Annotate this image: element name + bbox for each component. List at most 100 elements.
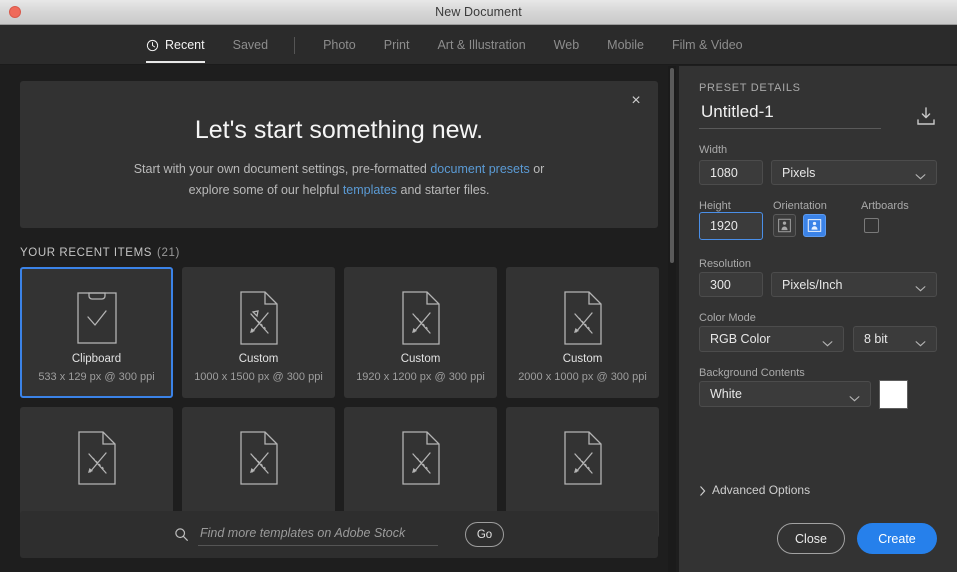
- create-button[interactable]: Create: [857, 523, 937, 554]
- chevron-right-icon: [699, 485, 706, 496]
- width-label: Width: [699, 144, 728, 156]
- preset-details-panel: PRESET DETAILS Width Pixels Height Orien…: [679, 66, 957, 572]
- chevron-down-icon: [849, 391, 860, 401]
- save-preset-icon[interactable]: [915, 106, 937, 126]
- recent-item-label: Custom: [238, 353, 279, 365]
- tab-mobile[interactable]: Mobile: [593, 25, 658, 65]
- advanced-options-toggle[interactable]: Advanced Options: [699, 483, 810, 497]
- tab-art-illustration[interactable]: Art & Illustration: [423, 25, 539, 65]
- resolution-input[interactable]: [699, 272, 763, 297]
- category-tab-bar: Recent Saved Photo Print Art & Illustrat…: [0, 25, 957, 65]
- chevron-down-icon: [915, 169, 926, 180]
- advanced-options-label: Advanced Options: [712, 483, 811, 497]
- window-title: New Document: [435, 5, 522, 19]
- recent-items-count: (21): [157, 247, 180, 259]
- tab-label: Saved: [232, 38, 269, 52]
- height-label: Height: [699, 200, 731, 212]
- height-input[interactable]: [699, 212, 763, 240]
- welcome-banner: × Let's start something new. Start with …: [20, 81, 658, 228]
- document-name-row: [699, 100, 937, 129]
- document-name-input[interactable]: [699, 100, 881, 129]
- banner-subtitle: Start with your own document settings, p…: [20, 159, 658, 201]
- templates-scrollbar[interactable]: [668, 66, 676, 572]
- chevron-down-icon: [822, 336, 833, 346]
- tab-photo[interactable]: Photo: [309, 25, 370, 65]
- background-color-swatch[interactable]: [879, 380, 908, 409]
- document-pencil-ruler-icon: [508, 289, 657, 347]
- templates-link[interactable]: templates: [343, 183, 397, 197]
- templates-panel: × Let's start something new. Start with …: [0, 66, 679, 572]
- background-contents-select[interactable]: White: [699, 381, 871, 407]
- tab-recent[interactable]: Recent: [132, 25, 219, 65]
- banner-line1-post: or: [529, 162, 545, 176]
- tab-saved[interactable]: Saved: [219, 25, 282, 65]
- color-mode-select[interactable]: RGB Color: [699, 326, 844, 352]
- dialog-actions: Close Create: [777, 523, 937, 554]
- document-pencil-ruler-icon: [22, 429, 171, 487]
- close-button[interactable]: Close: [777, 523, 845, 554]
- tab-film-video[interactable]: Film & Video: [658, 25, 757, 65]
- tab-web[interactable]: Web: [540, 25, 593, 65]
- recent-item-label: Custom: [562, 353, 603, 365]
- active-tab-indicator: [146, 61, 205, 63]
- go-button[interactable]: Go: [465, 522, 504, 547]
- document-pencil-ruler-icon: [346, 289, 495, 347]
- tab-label: Photo: [323, 38, 356, 52]
- resolution-label: Resolution: [699, 258, 751, 270]
- clock-icon: [146, 39, 159, 52]
- resolution-unit-value: Pixels/Inch: [782, 277, 843, 292]
- recent-item-meta: 1920 x 1200 px @ 300 ppi: [356, 371, 485, 383]
- tab-label: Print: [383, 38, 410, 52]
- tab-label: Recent: [165, 38, 205, 52]
- preset-details-heading: PRESET DETAILS: [699, 82, 801, 94]
- recent-item-card[interactable]: Clipboard 533 x 129 px @ 300 ppi: [20, 267, 173, 398]
- width-input[interactable]: [699, 160, 763, 185]
- width-unit-select[interactable]: Pixels: [771, 160, 937, 185]
- clipboard-check-icon: [22, 289, 171, 347]
- document-pencil-ruler-icon: [346, 429, 495, 487]
- tab-label: Film & Video: [671, 38, 743, 52]
- document-pencil-ruler-icon: [508, 429, 657, 487]
- recent-item-meta: 533 x 129 px @ 300 ppi: [38, 371, 155, 383]
- tab-label: Mobile: [607, 38, 644, 52]
- color-mode-label: Color Mode: [699, 312, 756, 324]
- recent-item-card[interactable]: Custom 1920 x 1200 px @ 300 ppi: [344, 267, 497, 398]
- background-contents-label: Background Contents: [699, 367, 805, 379]
- tab-divider: [294, 36, 296, 54]
- artboards-checkbox[interactable]: [864, 218, 879, 233]
- banner-line1-pre: Start with your own document settings, p…: [133, 162, 431, 176]
- recent-item-card[interactable]: Custom 1000 x 1500 px @ 300 ppi: [182, 267, 335, 398]
- scrollbar-thumb[interactable]: [670, 68, 674, 263]
- bit-depth-value: 8 bit: [864, 332, 888, 346]
- resolution-unit-select[interactable]: Pixels/Inch: [771, 272, 937, 297]
- search-icon: [174, 527, 189, 542]
- banner-line2-post: and starter files.: [397, 183, 490, 197]
- orientation-label: Orientation: [773, 200, 827, 212]
- orientation-landscape-icon[interactable]: [773, 214, 796, 237]
- close-icon[interactable]: ×: [627, 92, 645, 110]
- document-pencil-ruler-icon: [184, 429, 333, 487]
- tab-print[interactable]: Print: [370, 25, 424, 65]
- banner-line2-pre: explore some of our helpful: [188, 183, 343, 197]
- chevron-down-icon: [915, 281, 926, 292]
- new-document-dialog: New Document Recent Saved Photo Print Ar…: [0, 0, 957, 572]
- color-mode-value: RGB Color: [710, 332, 771, 346]
- document-pencil-ruler-icon: [184, 289, 333, 347]
- tab-label: Art & Illustration: [437, 38, 526, 52]
- chevron-down-icon: [915, 336, 926, 346]
- banner-title: Let's start something new.: [194, 116, 484, 144]
- recent-item-label: Custom: [400, 353, 441, 365]
- tab-label: Web: [553, 38, 580, 52]
- search-input[interactable]: [198, 523, 438, 546]
- recent-items-heading: YOUR RECENT ITEMS (21): [20, 247, 180, 259]
- orientation-portrait-icon[interactable]: [803, 214, 826, 237]
- width-unit-value: Pixels: [782, 165, 816, 180]
- recent-item-card[interactable]: Custom 2000 x 1000 px @ 300 ppi: [506, 267, 659, 398]
- background-contents-value: White: [710, 387, 742, 401]
- stock-search-bar: Go: [20, 511, 658, 558]
- artboards-label: Artboards: [861, 200, 909, 212]
- recent-item-meta: 1000 x 1500 px @ 300 ppi: [194, 371, 323, 383]
- document-presets-link[interactable]: document presets: [430, 162, 529, 176]
- recent-item-meta: 2000 x 1000 px @ 300 ppi: [518, 371, 647, 383]
- bit-depth-select[interactable]: 8 bit: [853, 326, 937, 352]
